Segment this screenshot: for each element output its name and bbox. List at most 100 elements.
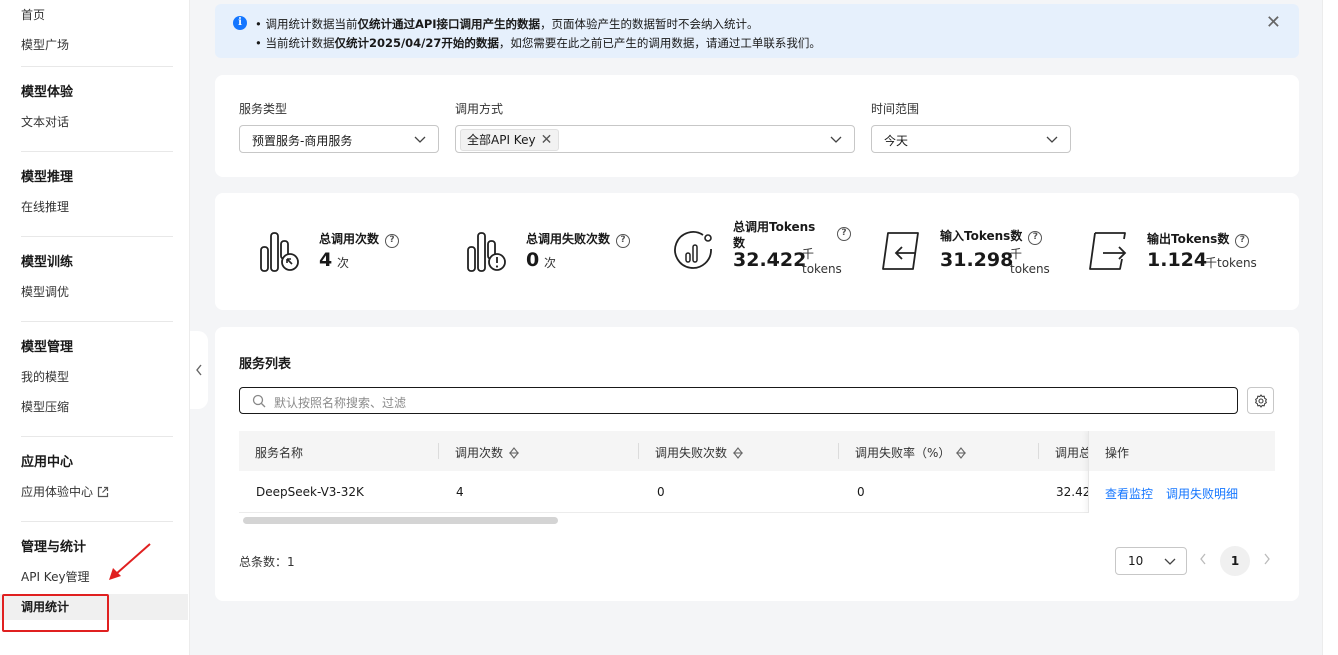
column-header-label: 调用失败率（%）	[855, 446, 951, 460]
stat-total-failed-calls: 总调用失败次数? 0 次	[466, 193, 656, 310]
view-monitoring-link[interactable]: 查看监控	[1105, 485, 1153, 502]
stat-title-text: 总调用Tokens	[733, 220, 816, 234]
stat-unit: 次	[337, 256, 350, 270]
stat-value: 4	[319, 249, 333, 271]
sidebar-item-my-models[interactable]: 我的模型	[21, 368, 69, 385]
chevron-left-icon	[196, 364, 202, 376]
sidebar-item-model-tuning[interactable]: 模型调优	[21, 283, 69, 300]
chevron-down-icon	[414, 136, 426, 143]
notice-text: • 当前统计数据	[255, 36, 335, 50]
stat-input-tokens: 输入Tokens数? 31.298 千 tokens	[880, 193, 1080, 310]
api-key-tag: 全部API Key ✕	[460, 129, 560, 151]
chevron-right-icon	[1264, 553, 1270, 565]
close-icon[interactable]: ✕	[1266, 14, 1281, 32]
sidebar-group-model-experience: 模型体验	[21, 85, 74, 100]
column-divider	[838, 443, 839, 459]
stat-total-tokens: 总调用Tokens? 数 32.422 千 tokens	[673, 193, 873, 310]
total-count: 总条数：1	[239, 555, 295, 569]
page-number-current[interactable]: 1	[1220, 546, 1250, 576]
service-type-select[interactable]: 预置服务-商用服务	[239, 125, 439, 153]
external-link-icon	[97, 486, 109, 498]
gear-icon	[1254, 393, 1267, 408]
column-divider	[1038, 443, 1039, 459]
column-header-total[interactable]: 调用总	[1055, 444, 1091, 461]
next-page-button[interactable]	[1263, 553, 1271, 569]
highlight-box	[2, 594, 109, 632]
stat-unit: tokens	[1010, 262, 1050, 276]
service-list-panel: 服务列表 默认按照名称搜索、过滤 服务名称 调用次数 调用失败次数 调用失败率（…	[215, 327, 1299, 601]
sidebar-item-api-key-management[interactable]: API Key管理	[21, 568, 90, 585]
output-icon	[1089, 232, 1127, 270]
call-method-select[interactable]: 全部API Key ✕	[455, 125, 855, 153]
divider	[21, 436, 173, 437]
sidebar-group-model-management: 模型管理	[21, 340, 74, 355]
stat-title-text: 数	[733, 236, 746, 250]
help-icon[interactable]: ?	[385, 234, 400, 248]
column-header-operations: 操作	[1089, 431, 1275, 471]
bar-chart-cursor-icon	[260, 232, 299, 272]
cell-fail-rate: 0	[857, 485, 865, 499]
horizontal-scrollbar[interactable]	[243, 517, 558, 524]
sidebar-group-management-stats: 管理与统计	[21, 540, 87, 555]
failure-details-link[interactable]: 调用失败明细	[1166, 485, 1238, 502]
stat-unit: 次	[544, 256, 557, 270]
chevron-left-icon	[1200, 553, 1206, 565]
stat-title: 总调用次数?	[319, 230, 400, 248]
page-size-value: 10	[1128, 554, 1144, 568]
stat-value: 0	[526, 249, 540, 271]
notice-text: ，页面体验产生的数据暂时不会纳入统计。	[540, 17, 759, 31]
sidebar: 首页 模型广场 模型体验 文本对话 模型推理 在线推理 模型训练 模型调优 模型…	[0, 0, 190, 655]
sidebar-group-model-inference: 模型推理	[21, 170, 74, 185]
operations-column: 操作 查看监控 调用失败明细	[1088, 431, 1275, 513]
time-range-value: 今天	[884, 134, 909, 148]
service-list-title: 服务列表	[239, 357, 292, 372]
sidebar-collapse-button[interactable]	[190, 331, 208, 409]
stat-title-text: 总调用失败次数	[526, 232, 611, 246]
chevron-down-icon	[830, 136, 842, 143]
bar-chart-warning-icon	[467, 232, 506, 272]
divider	[21, 66, 173, 67]
info-notice: i • 调用统计数据当前仅统计通过API接口调用产生的数据，页面体验产生的数据暂…	[215, 4, 1299, 58]
time-range-select[interactable]: 今天	[871, 125, 1071, 153]
sidebar-item-app-experience-center[interactable]: 应用体验中心	[21, 483, 109, 500]
page-size-select[interactable]: 10	[1115, 547, 1187, 575]
help-icon[interactable]: ?	[1028, 231, 1043, 245]
sidebar-item-home[interactable]: 首页	[21, 6, 45, 23]
notice-line-2: • 当前统计数据仅统计2025/04/27开始的数据，如您需要在此之前已产生的调…	[255, 35, 821, 51]
table-settings-button[interactable]	[1247, 387, 1274, 414]
notice-emphasis: 仅统计通过API接口调用产生的数据	[357, 17, 541, 31]
help-icon[interactable]: ?	[837, 227, 851, 241]
column-header-service-name: 服务名称	[255, 446, 304, 460]
column-header-failed-calls[interactable]: 调用失败次数	[655, 444, 744, 461]
sidebar-item-model-compression[interactable]: 模型压缩	[21, 398, 69, 415]
sidebar-group-app-center: 应用中心	[21, 455, 74, 470]
chevron-down-icon	[1164, 558, 1176, 565]
cell-failed-calls: 0	[657, 485, 665, 499]
remove-tag-icon[interactable]: ✕	[541, 130, 553, 150]
stat-title-text: 输出Tokens数	[1147, 232, 1230, 246]
stat-unit: 千	[1010, 247, 1023, 261]
help-icon[interactable]: ?	[1235, 234, 1250, 248]
sidebar-item-model-square[interactable]: 模型广场	[21, 36, 69, 53]
search-input[interactable]: 默认按照名称搜索、过滤	[239, 387, 1238, 414]
time-range-label: 时间范围	[871, 102, 920, 116]
service-type-value: 预置服务-商用服务	[252, 134, 353, 148]
stat-unit: 千	[802, 247, 815, 261]
notice-emphasis: 仅统计2025/04/27开始的数据	[334, 36, 499, 50]
help-icon[interactable]: ?	[616, 234, 631, 248]
divider	[21, 521, 173, 522]
sidebar-item-text-chat[interactable]: 文本对话	[21, 113, 69, 130]
column-header-fail-rate[interactable]: 调用失败率（%）	[855, 444, 967, 461]
column-header-calls[interactable]: 调用次数	[455, 444, 520, 461]
api-key-tag-label: 全部API Key	[467, 133, 536, 147]
stat-title-text: 输入Tokens数	[940, 229, 1023, 243]
prev-page-button[interactable]	[1199, 553, 1207, 569]
search-placeholder: 默认按照名称搜索、过滤	[274, 396, 407, 410]
chevron-down-icon	[1046, 136, 1058, 143]
service-table: 服务名称 调用次数 调用失败次数 调用失败率（%） 调用总 DeepSeek-V…	[239, 431, 1275, 513]
column-divider	[438, 443, 439, 459]
search-icon	[252, 394, 266, 408]
cell-service-name: DeepSeek-V3-32K	[256, 485, 364, 499]
sidebar-item-online-inference[interactable]: 在线推理	[21, 198, 69, 215]
sort-icon	[509, 447, 520, 459]
